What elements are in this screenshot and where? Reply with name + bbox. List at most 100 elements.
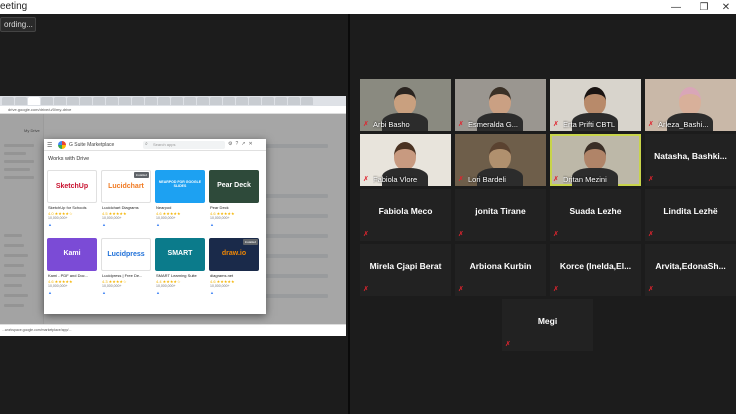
window-titlebar: eeting — ❐ ✕ bbox=[0, 0, 736, 14]
participant-tile[interactable]: ✗ Megi bbox=[502, 299, 593, 351]
drive-compatible-icon: ▲ bbox=[48, 290, 52, 295]
participant-name: Fabiola Meco bbox=[378, 206, 433, 216]
app-users: 10,000,000+ bbox=[156, 216, 176, 220]
participant-tile[interactable]: ✗ Fabiola Vlore bbox=[360, 134, 451, 186]
installed-badge: Installed bbox=[242, 239, 258, 245]
browser-tab bbox=[80, 97, 92, 105]
header-actions: ⚙ ? ↗ ✕ bbox=[228, 141, 253, 147]
open-external-icon[interactable]: ↗ bbox=[241, 141, 245, 147]
app-name: Kami - PDF and Doc... bbox=[48, 273, 89, 278]
participant-tile[interactable]: ✗ Mirela Cjapi Berat bbox=[360, 244, 451, 296]
app-card[interactable]: Pear Deck Pear Deck 4.6 ★★★★★ 10,000,000+ ▲ bbox=[209, 170, 259, 230]
participant-tile[interactable]: ✗ Dritan Mezini bbox=[550, 134, 641, 186]
mic-muted-icon: ✗ bbox=[648, 121, 654, 128]
marketplace-search[interactable]: ⌕ Search apps bbox=[143, 141, 225, 149]
close-button[interactable]: ✕ bbox=[712, 0, 736, 14]
participant-video bbox=[489, 87, 511, 115]
mic-muted-icon: ✗ bbox=[458, 231, 464, 238]
app-banner: draw.io Installed bbox=[209, 238, 259, 271]
app-name: SMART Learning Suite bbox=[156, 273, 197, 278]
participant-tile[interactable]: ✗ Lindita Lezhë bbox=[645, 189, 736, 241]
app-banner-text: NEARPOD FOR GOOGLE SLIDES bbox=[158, 180, 202, 188]
app-card[interactable]: draw.io Installed diagrams.net 4.6 ★★★★★ 10,… bbox=[209, 238, 259, 298]
participant-tile[interactable]: ✗ Lori Bardeli bbox=[455, 134, 546, 186]
browser-status-bar: ...workspace.google.com/marketplace/app/… bbox=[0, 324, 346, 336]
app-banner-text: Kami bbox=[63, 250, 81, 257]
app-banner-text: SMART bbox=[167, 250, 193, 257]
participant-tile[interactable]: ✗ Korce (Inelda,El... bbox=[550, 244, 641, 296]
app-banner-text: Lucidchart bbox=[108, 183, 144, 190]
app-card[interactable]: Kami Kami - PDF and Doc... 4.6 ★★★★★ 10,000… bbox=[47, 238, 97, 298]
marketplace-title: G Suite Marketplace bbox=[69, 142, 115, 148]
participant-video bbox=[584, 87, 606, 115]
browser-tab bbox=[28, 97, 40, 105]
recording-indicator[interactable]: ording... bbox=[0, 17, 36, 32]
participant-name: jonita Tirane bbox=[475, 206, 526, 216]
participant-name: Arleza_Bashi... bbox=[658, 120, 709, 129]
participant-video bbox=[394, 142, 416, 170]
mic-muted-icon: ✗ bbox=[458, 121, 464, 128]
app-card[interactable]: Lucidpress Lucidpress | Free De... 4.3 ★★★… bbox=[101, 238, 151, 298]
participant-name: Natasha, Bashki... bbox=[654, 151, 727, 161]
browser-tab bbox=[184, 97, 196, 105]
participant-tile[interactable]: ✗ Arbi Basho bbox=[360, 79, 451, 131]
participant-name: Fabiola Vlore bbox=[373, 175, 418, 184]
browser-tab bbox=[171, 97, 183, 105]
participant-tile[interactable]: ✗ Arbiona Kurbin bbox=[455, 244, 546, 296]
participant-tile[interactable]: ✗ Suada Lezhe bbox=[550, 189, 641, 241]
mic-muted-icon: ✗ bbox=[648, 286, 654, 293]
panel-divider[interactable] bbox=[348, 14, 350, 414]
marketplace-dialog: ☰ G Suite Marketplace ⌕ Search apps ⚙ ? … bbox=[44, 139, 266, 314]
participant-tile[interactable]: ✗ Arvita,EdonaSh... bbox=[645, 244, 736, 296]
mic-muted-icon: ✗ bbox=[363, 176, 369, 183]
participant-video bbox=[584, 142, 606, 170]
close-icon[interactable]: ✕ bbox=[248, 141, 252, 147]
mic-muted-icon: ✗ bbox=[648, 231, 654, 238]
drive-compatible-icon: ▲ bbox=[102, 290, 106, 295]
menu-icon[interactable]: ☰ bbox=[47, 142, 52, 149]
google-logo-icon bbox=[58, 141, 66, 149]
app-users: 10,000,000+ bbox=[48, 216, 68, 220]
app-users: 10,000,000+ bbox=[48, 284, 68, 288]
app-card[interactable]: NEARPOD FOR GOOGLE SLIDES Nearpod 4.6 ★★★★… bbox=[155, 170, 205, 230]
browser-tab bbox=[93, 97, 105, 105]
browser-tabs bbox=[0, 96, 346, 106]
participant-name: Erta Prifti CBTL bbox=[563, 120, 616, 129]
participant-tile[interactable]: ✗ Fabiola Meco bbox=[360, 189, 451, 241]
app-card[interactable]: SketchUp SketchUp for Schools 4.0 ★★★★☆ 10,… bbox=[47, 170, 97, 230]
browser-tab bbox=[106, 97, 118, 105]
app-users: 10,000,000+ bbox=[102, 216, 122, 220]
participant-name: Mirela Cjapi Berat bbox=[369, 261, 442, 271]
participant-name: Esmeralda G... bbox=[468, 120, 519, 129]
participant-tile[interactable]: ✗ jonita Tirane bbox=[455, 189, 546, 241]
app-card[interactable]: SMART SMART Learning Suite 4.4 ★★★★☆ 10,000… bbox=[155, 238, 205, 298]
mic-muted-icon: ✗ bbox=[363, 286, 369, 293]
address-text: drive.google.com/drive/u/0/my-drive bbox=[8, 107, 72, 112]
app-card[interactable]: Lucidchart Installed Lucidchart Diagrams 4.… bbox=[101, 170, 151, 230]
search-icon: ⌕ bbox=[145, 141, 148, 147]
participant-video bbox=[489, 142, 511, 170]
participant-tile[interactable]: ✗ Esmeralda G... bbox=[455, 79, 546, 131]
browser-tab bbox=[262, 97, 274, 105]
marketplace-header: ☰ G Suite Marketplace ⌕ Search apps ⚙ ? … bbox=[44, 139, 266, 151]
browser-tab bbox=[197, 97, 209, 105]
browser-tab bbox=[288, 97, 300, 105]
minimize-button[interactable]: — bbox=[662, 0, 690, 14]
app-users: 10,000,000+ bbox=[210, 284, 230, 288]
participant-tile[interactable]: ✗ Erta Prifti CBTL bbox=[550, 79, 641, 131]
drive-compatible-icon: ▲ bbox=[102, 222, 106, 227]
participant-tile[interactable]: ✗ Arleza_Bashi... bbox=[645, 79, 736, 131]
participant-tile[interactable]: ✗ Natasha, Bashki... bbox=[645, 134, 736, 186]
participant-video bbox=[679, 87, 701, 115]
app-banner-text: Lucidpress bbox=[107, 251, 145, 258]
help-icon[interactable]: ? bbox=[235, 141, 238, 147]
app-banner: SMART bbox=[155, 238, 205, 271]
drive-compatible-icon: ▲ bbox=[156, 222, 160, 227]
app-name: Lucidchart Diagrams bbox=[102, 205, 139, 210]
status-url: ...workspace.google.com/marketplace/app/… bbox=[2, 328, 72, 332]
participant-name: Arbi Basho bbox=[373, 120, 410, 129]
gear-icon[interactable]: ⚙ bbox=[228, 141, 232, 147]
participant-video bbox=[394, 87, 416, 115]
browser-tab bbox=[223, 97, 235, 105]
participant-name: Arvita,EdonaSh... bbox=[655, 261, 726, 271]
